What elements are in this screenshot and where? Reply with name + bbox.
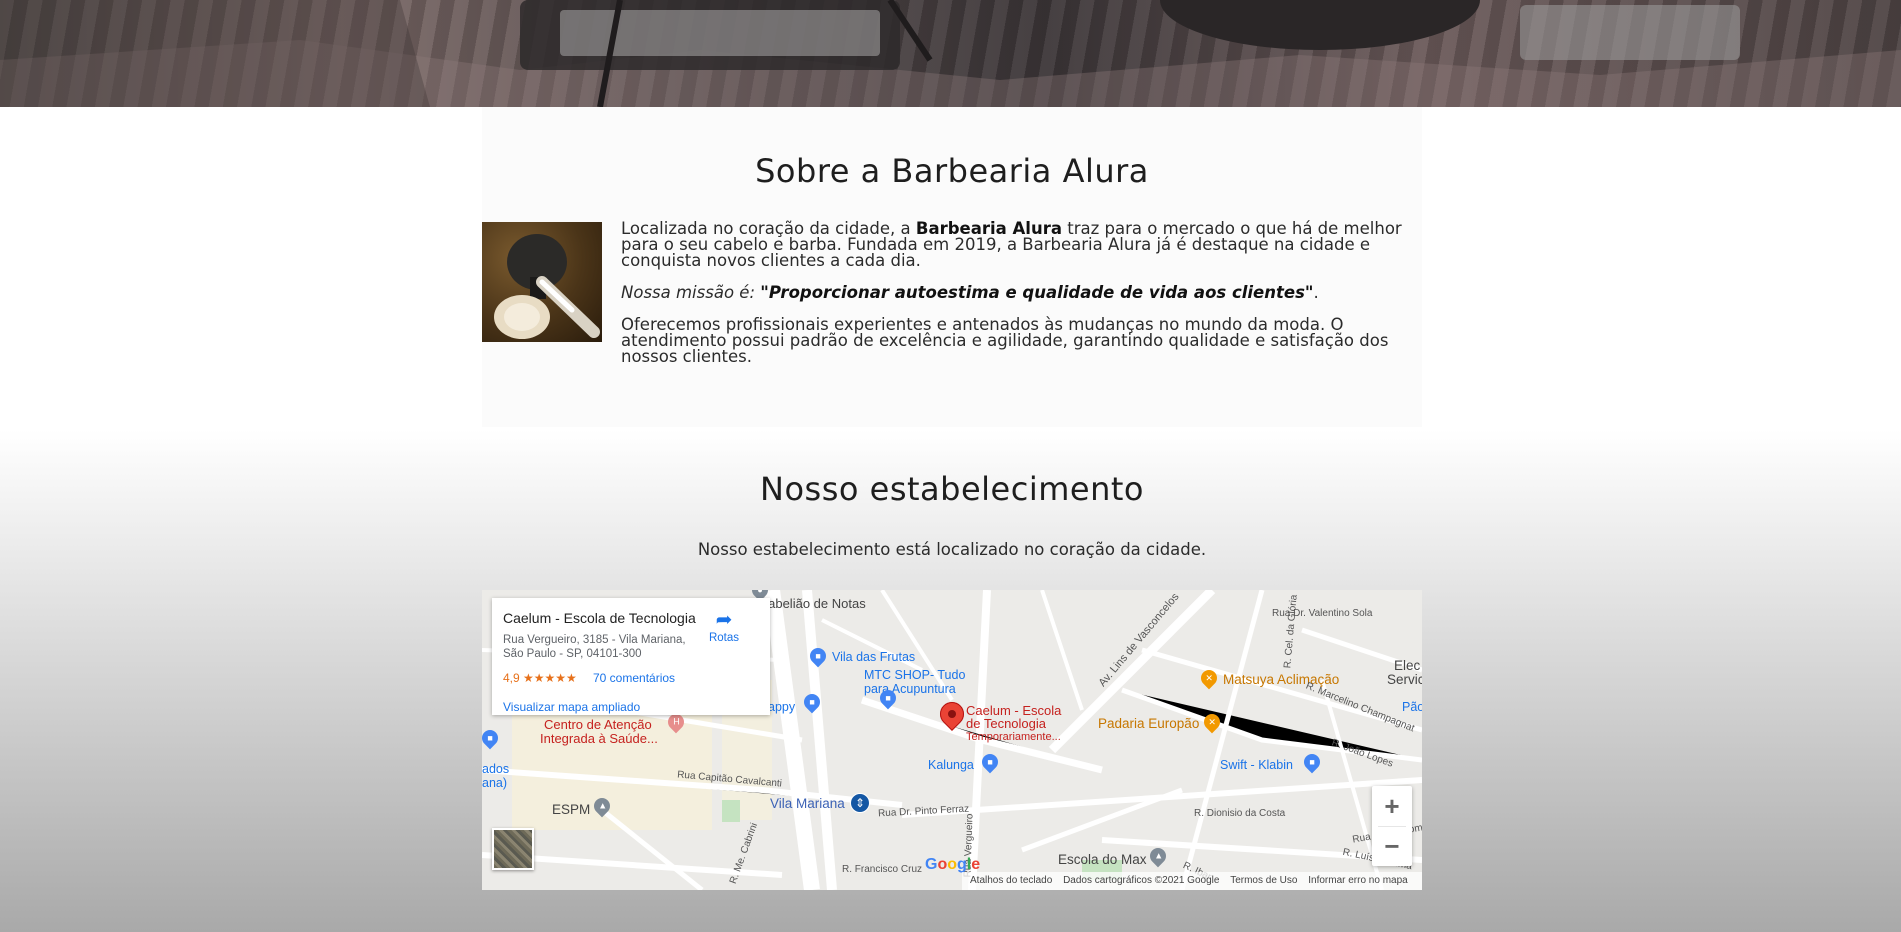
metro-station-icon[interactable]: ⇕ [850,793,870,813]
shaving-brush-photo [482,222,602,342]
terms-link[interactable]: Termos de Uso [1230,875,1297,886]
about-text: Localizada no coração da cidade, a Barbe… [621,220,1421,381]
place-address-line2: São Paulo - SP, 04101-300 [503,648,642,660]
about-section: Sobre a Barbearia Alura Localizada no co… [482,107,1422,427]
map-label-matsuya[interactable]: Matsuya Aclimação [1223,672,1339,687]
map-footer: Atalhos do teclado Dados cartográficos ©… [962,872,1422,890]
map-label-elec-line1[interactable]: Elec [1394,658,1420,673]
map-label-kalunga[interactable]: Kalunga [928,758,974,772]
map-label-ados-line1[interactable]: ados [482,762,509,776]
map-label-escola-max[interactable]: Escola do Max [1058,852,1147,867]
place-rating: 4,9 ★★★★★ [503,671,577,685]
view-larger-map-link[interactable]: Visualizar mapa ampliado [503,700,640,714]
about-paragraph-intro: Localizada no coração da cidade, a Barbe… [621,220,1421,269]
place-address: Rua Vergueiro, 3185 - Vila Mariana, São … [503,633,693,661]
map-label-elec-line2[interactable]: Servic [1387,672,1422,687]
map-label-vila-mariana[interactable]: Vila Mariana [770,796,845,811]
map-label-mtc-line2[interactable]: para Acupuntura [864,682,956,696]
map-label-swift[interactable]: Swift - Klabin [1220,758,1293,772]
report-error-link[interactable]: Informar erro no mapa [1308,875,1408,886]
zoom-controls: + − [1372,786,1412,866]
map-label-caelum-line2[interactable]: de Tecnologia [966,717,1046,730]
directions-button[interactable]: ➦ Rotas [704,610,744,644]
directions-label: Rotas [708,632,740,644]
satellite-toggle-button[interactable] [492,828,534,870]
google-logo-letter: o [947,856,958,873]
map-label-vila-frutas[interactable]: Vila das Frutas [832,650,915,664]
mission-quote: "Proporcionar autoestima e qualidade de … [760,283,1314,302]
establishment-title: Nosso estabelecimento [760,470,1144,508]
street-label: R. Francisco Cruz [842,864,923,875]
keyboard-shortcuts-link[interactable]: Atalhos do teclado [970,875,1052,886]
mission-end: . [1313,283,1319,302]
barber-chairs-photo [0,0,1901,107]
about-paragraph-services: Oferecemos profissionais experientes e a… [621,315,1389,366]
directions-icon: ➦ [715,609,733,631]
zoom-divider [1378,826,1406,827]
map-data-text: Dados cartográficos ©2021 Google [1063,875,1220,886]
about-title: Sobre a Barbearia Alura [755,152,1149,190]
map-label-ados-line2[interactable]: ana) [482,776,507,790]
place-info-card: Caelum - Escola de Tecnologia Rua Vergue… [492,598,770,715]
map-label-padaria[interactable]: Padaria Europão [1098,716,1199,731]
street-label: R. Dionisio da Costa [1194,808,1286,819]
zoom-in-button[interactable]: + [1372,786,1412,826]
establishment-subtitle: Nosso estabelecimento está localizado no… [697,540,1207,559]
map-label-pao[interactable]: Pão [1402,700,1422,714]
about-paragraph-mission: Nossa missão é: "Proporcionar autoestima… [621,283,1421,302]
place-address-line1: Rua Vergueiro, 3185 - Vila Mariana, [503,634,686,646]
zoom-out-button[interactable]: − [1372,826,1412,866]
map-label-happy[interactable]: appy [768,700,795,714]
map-label-centro-line1[interactable]: Centro de Atenção [544,718,652,731]
map-label-mtc-line1[interactable]: MTC SHOP- Tudo [864,668,965,682]
google-logo-letter: G [925,856,938,873]
reviews-link[interactable]: 70 comentários [593,671,675,685]
place-name: Caelum - Escola de Tecnologia [503,610,696,626]
map-label-caelum-line3[interactable]: Temporariamente... [966,731,1061,744]
google-logo-letter: o [937,856,948,873]
mission-label: Nossa missão é: [621,283,761,302]
map-label-centro-line2[interactable]: Integrada à Saúde... [540,732,658,745]
map-label-espm[interactable]: ESPM [552,802,590,817]
google-map[interactable]: 11º Tabelião de Notas ● ■ Vila das Fruta… [482,590,1422,890]
hero-banner [0,0,1901,107]
